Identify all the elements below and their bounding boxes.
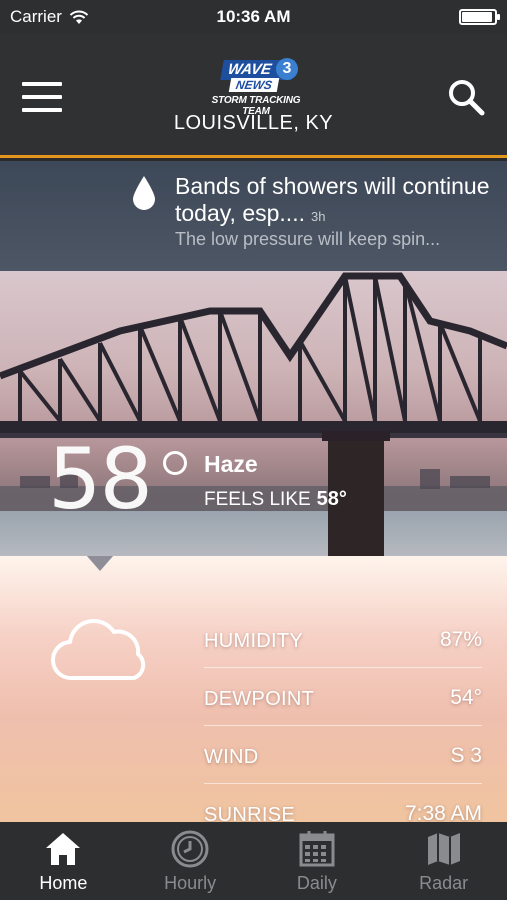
carrier-label: Carrier: [10, 7, 62, 26]
battery-icon: [459, 9, 500, 25]
search-icon[interactable]: [445, 76, 487, 118]
detail-label: HUMIDITY: [204, 630, 304, 652]
alert-title-text: Bands of showers will continue today, es…: [175, 173, 490, 226]
detail-label: SUNRISE: [204, 804, 296, 822]
detail-value: 7:38 AM: [404, 802, 482, 822]
home-icon: [46, 833, 81, 865]
clock-icon: [171, 830, 209, 868]
current-conditions-hero: 58 Haze FEELS LIKE 58°: [0, 271, 507, 556]
alert-body: The low pressure will keep spin...: [175, 229, 441, 249]
tab-label: Home: [39, 873, 88, 893]
detail-row-sunrise: SUNRISE 7:38 AM: [204, 784, 482, 822]
tab-home[interactable]: Home: [0, 822, 127, 900]
status-bar: Carrier 10:36 AM: [0, 0, 507, 34]
feels-like-value: 58°: [316, 488, 347, 510]
location-title: LOUISVILLE, KY: [173, 112, 334, 134]
current-temperature: 58: [48, 430, 153, 528]
wifi-icon: [69, 10, 89, 24]
tab-hourly[interactable]: Hourly: [127, 822, 254, 900]
detail-row-dewpoint: DEWPOINT 54°: [204, 668, 482, 726]
detail-value: S 3: [450, 744, 482, 767]
battery-fill: [462, 12, 493, 22]
tab-label: Daily: [296, 873, 337, 893]
hamburger-menu-icon[interactable]: [22, 82, 62, 112]
bottom-tab-bar: Home Hourly Daily Radar: [0, 822, 507, 900]
tab-radar[interactable]: Radar: [380, 822, 507, 900]
alert-age: 3h: [310, 209, 326, 224]
logo-channel: 3: [276, 58, 298, 80]
app-header: WAVE 3 NEWS STORM TRACKING TEAM LOUISVIL…: [0, 34, 507, 158]
detail-value: 87%: [439, 628, 482, 651]
alert-title: Bands of showers will continue today, es…: [175, 173, 495, 230]
detail-label: WIND: [204, 746, 259, 768]
detail-label: DEWPOINT: [204, 688, 315, 710]
map-icon: [427, 833, 460, 865]
station-logo: WAVE 3 NEWS STORM TRACKING TEAM: [200, 58, 308, 117]
carrier-info: Carrier: [10, 7, 89, 27]
logo-news: NEWS: [228, 78, 280, 92]
section-pointer: [86, 556, 114, 571]
conditions-details: HUMIDITY 87% DEWPOINT 54° WIND S 3 SUNRI…: [0, 556, 507, 822]
weather-alert-banner[interactable]: Bands of showers will continue today, es…: [0, 161, 507, 271]
feels-like: FEELS LIKE 58°: [204, 488, 347, 511]
feels-like-label: FEELS LIKE: [204, 489, 311, 510]
cloud-icon: [50, 618, 146, 681]
tab-label: Radar: [419, 873, 469, 893]
detail-row-humidity: HUMIDITY 87%: [204, 610, 482, 668]
calendar-icon: [299, 831, 335, 867]
raindrop-icon: [133, 176, 155, 210]
detail-value: 54°: [450, 686, 482, 709]
tab-label: Hourly: [164, 873, 217, 893]
detail-row-wind: WIND S 3: [204, 726, 482, 784]
condition-label: Haze: [204, 451, 258, 477]
degree-symbol: [163, 451, 187, 475]
tab-daily[interactable]: Daily: [254, 822, 381, 900]
